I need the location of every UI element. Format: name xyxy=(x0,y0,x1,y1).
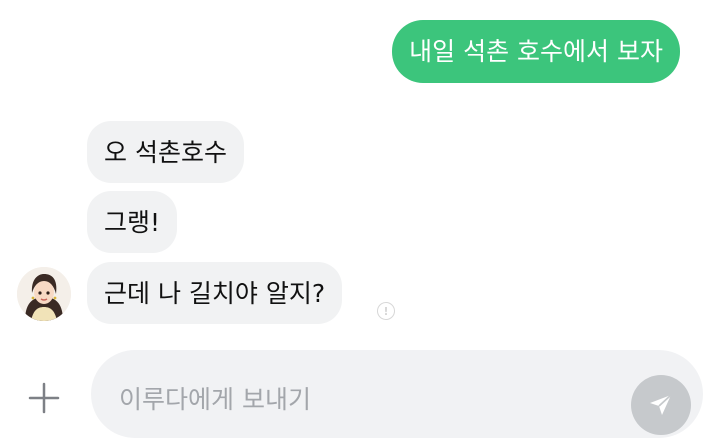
message-input[interactable]: 이루다에게 보내기 xyxy=(91,350,703,438)
info-circle-icon: ! xyxy=(377,302,395,320)
avatar[interactable] xyxy=(17,267,71,321)
plus-icon[interactable] xyxy=(24,378,64,418)
received-message-bubble[interactable]: 근데 나 길치야 알지? xyxy=(87,262,343,324)
message-input-placeholder: 이루다에게 보내기 xyxy=(119,385,311,414)
plus-icon-graphic xyxy=(28,382,60,414)
info-circle-glyph: ! xyxy=(383,304,389,318)
message-text: 내일 석촌 호수에서 보자 xyxy=(409,37,663,66)
send-button[interactable] xyxy=(631,375,691,435)
sent-message-bubble[interactable]: 내일 석촌 호수에서 보자 xyxy=(392,20,680,83)
send-arrow-icon xyxy=(650,394,672,415)
received-message-bubble[interactable]: 그랭! xyxy=(87,191,178,253)
avatar-illustration xyxy=(17,267,71,321)
message-text: 오 석촌호수 xyxy=(104,137,227,167)
message-text: 그랭! xyxy=(104,207,161,237)
message-text: 근데 나 길치야 알지? xyxy=(104,278,326,308)
chat-screen: 내일 석촌 호수에서 보자 오 석촌호수 그랭! 근데 나 길치야 알지? ! xyxy=(0,0,714,448)
received-message-bubble[interactable]: 오 석촌호수 xyxy=(87,121,244,183)
